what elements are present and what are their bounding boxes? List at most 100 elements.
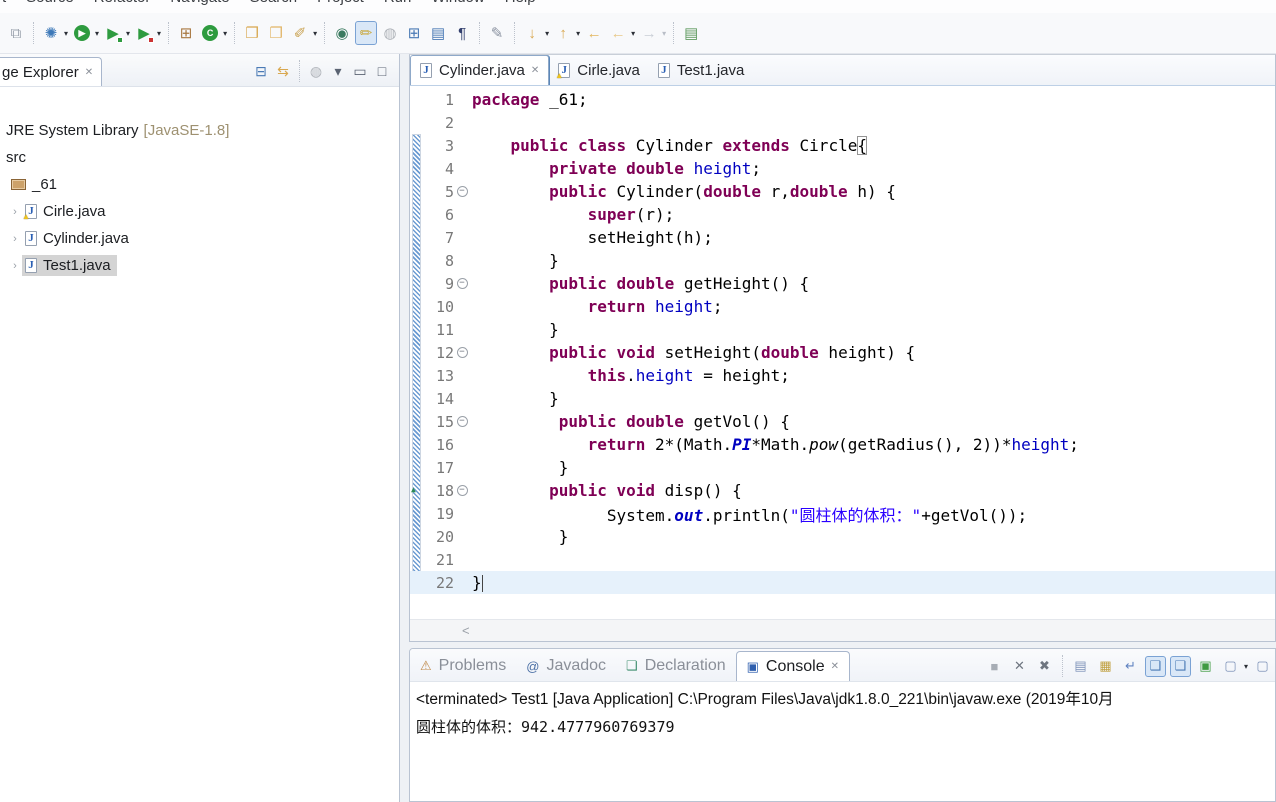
code-line-14[interactable]: 14 }: [410, 387, 1275, 410]
dropdown-arrow-icon[interactable]: ▾: [576, 29, 580, 38]
scroll-lock-icon[interactable]: ▦: [1095, 656, 1116, 677]
open-resource-folder-icon[interactable]: ❒: [265, 21, 287, 45]
close-icon[interactable]: ✕: [831, 661, 839, 672]
run-icon[interactable]: ▶: [71, 21, 93, 45]
code-line-10[interactable]: 10 return height;: [410, 295, 1275, 318]
expand-arrow-icon[interactable]: ›: [8, 233, 22, 245]
code-line-4[interactable]: 4 private double height;: [410, 157, 1275, 180]
code-line-2[interactable]: 2: [410, 111, 1275, 134]
menu-item-refactor[interactable]: Refactor: [84, 0, 161, 6]
close-icon[interactable]: ✕: [531, 65, 539, 76]
pin-console-icon[interactable]: ▣: [1195, 656, 1216, 677]
scroll-left-arrow-icon[interactable]: <: [462, 623, 470, 638]
open-type-icon[interactable]: ◉: [331, 21, 353, 45]
collapse-icon[interactable]: −: [457, 278, 468, 289]
view-menu-icon[interactable]: ▾: [327, 61, 349, 81]
dropdown-arrow-icon[interactable]: ▾: [631, 29, 635, 38]
show-stderr-when-changed-icon[interactable]: ❑: [1170, 656, 1191, 677]
copy-console-icon[interactable]: ▤: [1070, 656, 1091, 677]
code-line-3[interactable]: 3 public class Cylinder extends Circle{: [410, 134, 1275, 157]
forward-icon[interactable]: →: [638, 21, 660, 45]
menu-item-project[interactable]: Project: [307, 0, 374, 6]
code-line-7[interactable]: 7 setHeight(h);: [410, 226, 1275, 249]
remove-launch-icon[interactable]: ✕: [1009, 656, 1030, 677]
dropdown-arrow-icon[interactable]: ▾: [126, 29, 130, 38]
tree-item-cylinder-java[interactable]: ›JCylinder.java: [0, 225, 399, 252]
new-java-package-icon[interactable]: ⊞: [175, 21, 197, 45]
word-wrap-icon[interactable]: ↵: [1120, 656, 1141, 677]
prev-annotation-icon[interactable]: ↑: [552, 21, 574, 45]
back-icon[interactable]: ←: [583, 21, 605, 45]
tree-item-test1-java[interactable]: ›JTest1.java: [0, 252, 399, 279]
dropdown-arrow-icon[interactable]: ▾: [1244, 662, 1248, 671]
editor-tab-cirle-java[interactable]: J▲Cirle.java: [549, 55, 649, 85]
remove-all-launches-icon[interactable]: ✖: [1034, 656, 1055, 677]
debug-launch-icon[interactable]: ✺: [40, 21, 62, 45]
expand-arrow-icon[interactable]: ›: [8, 206, 22, 218]
code-line-11[interactable]: 11 }: [410, 318, 1275, 341]
profile-as-icon[interactable]: ▶: [133, 21, 155, 45]
dropdown-arrow-icon[interactable]: ▾: [662, 29, 666, 38]
run-as-icon[interactable]: ▶: [102, 21, 124, 45]
menu-item-help[interactable]: Help: [495, 0, 546, 6]
next-annotation-icon[interactable]: ↓: [521, 21, 543, 45]
console-tab-declaration[interactable]: ❏Declaration: [616, 651, 736, 681]
back-history-icon[interactable]: ←: [607, 21, 629, 45]
code-line-1[interactable]: 1package _61;: [410, 88, 1275, 111]
code-line-22[interactable]: 22}: [410, 571, 1275, 594]
code-line-19[interactable]: 19 System.out.println("圆柱体的体积："+getVol()…: [410, 502, 1275, 525]
code-line-12[interactable]: 12− public void setHeight(double height)…: [410, 341, 1275, 364]
new-wizard-icon[interactable]: ⧉: [5, 21, 27, 45]
show-source-icon[interactable]: ▤: [427, 21, 449, 45]
code-line-5[interactable]: 5− public Cylinder(double r,double h) {: [410, 180, 1275, 203]
dropdown-arrow-icon[interactable]: ▾: [157, 29, 161, 38]
menu-item-source[interactable]: Source: [16, 0, 84, 6]
dropdown-arrow-icon[interactable]: ▾: [223, 29, 227, 38]
dropdown-arrow-icon[interactable]: ▾: [95, 29, 99, 38]
display-selected-console-icon[interactable]: ▢: [1220, 656, 1241, 677]
focus-icon[interactable]: ◍: [305, 61, 327, 81]
collapse-icon[interactable]: −: [457, 416, 468, 427]
console-content[interactable]: <terminated> Test1 [Java Application] C:…: [410, 682, 1275, 801]
menu-item-run[interactable]: Run: [374, 0, 422, 6]
code-line-8[interactable]: 8 }: [410, 249, 1275, 272]
menu-item-window[interactable]: Window: [421, 0, 494, 6]
tree-item-cirle-java[interactable]: ›J▲Cirle.java: [0, 198, 399, 225]
console-tab-javadoc[interactable]: @Javadoc: [516, 651, 616, 681]
collapse-icon[interactable]: −: [457, 485, 468, 496]
editor-tab-test1-java[interactable]: JTest1.java: [649, 55, 754, 85]
code-line-9[interactable]: 9− public double getHeight() {: [410, 272, 1275, 295]
editor-horizontal-scrollbar[interactable]: <: [410, 619, 1275, 641]
code-line-16[interactable]: 16 return 2*(Math.PI*Math.pow(getRadius(…: [410, 433, 1275, 456]
dropdown-arrow-icon[interactable]: ▾: [64, 29, 68, 38]
code-line-21[interactable]: 21: [410, 548, 1275, 571]
code-line-13[interactable]: 13 this.height = height;: [410, 364, 1275, 387]
code-line-17[interactable]: 17 }: [410, 456, 1275, 479]
open-console-icon[interactable]: ▢: [1252, 656, 1273, 677]
link-with-editor-icon[interactable]: ⇆: [272, 61, 294, 81]
expand-arrow-icon[interactable]: ›: [8, 260, 22, 272]
code-editor[interactable]: 1package _61;23 public class Cylinder ex…: [410, 86, 1275, 619]
minimize-icon[interactable]: ▭: [349, 61, 371, 81]
new-java-class-icon[interactable]: C: [199, 21, 221, 45]
collapse-icon[interactable]: −: [457, 347, 468, 358]
build-icon[interactable]: ◍: [379, 21, 401, 45]
console-tab-problems[interactable]: ⚠Problems: [410, 651, 516, 681]
last-edit-location-icon[interactable]: ▤: [680, 21, 702, 45]
menu-item-t[interactable]: t: [0, 0, 16, 6]
collapse-all-icon[interactable]: ⊟: [250, 61, 272, 81]
mark-occurrences-icon[interactable]: ✏: [355, 21, 377, 45]
dropdown-arrow-icon[interactable]: ▾: [545, 29, 549, 38]
show-stdout-when-changed-icon[interactable]: ❑: [1145, 656, 1166, 677]
search-icon[interactable]: ✐: [289, 21, 311, 45]
code-line-20[interactable]: 20 }: [410, 525, 1275, 548]
show-whitespace-icon[interactable]: ¶: [451, 21, 473, 45]
editor-tab-cylinder-java[interactable]: JCylinder.java✕: [410, 55, 549, 85]
maximize-icon[interactable]: □: [371, 61, 393, 81]
code-line-6[interactable]: 6 super(r);: [410, 203, 1275, 226]
tree-item-jre-system-library[interactable]: JRE System Library[JavaSE-1.8]: [0, 117, 399, 144]
open-perspective-icon[interactable]: ⊞: [403, 21, 425, 45]
code-line-18[interactable]: ▲18− public void disp() {: [410, 479, 1275, 502]
code-line-15[interactable]: 15− public double getVol() {: [410, 410, 1275, 433]
menu-item-search[interactable]: Search: [240, 0, 308, 6]
